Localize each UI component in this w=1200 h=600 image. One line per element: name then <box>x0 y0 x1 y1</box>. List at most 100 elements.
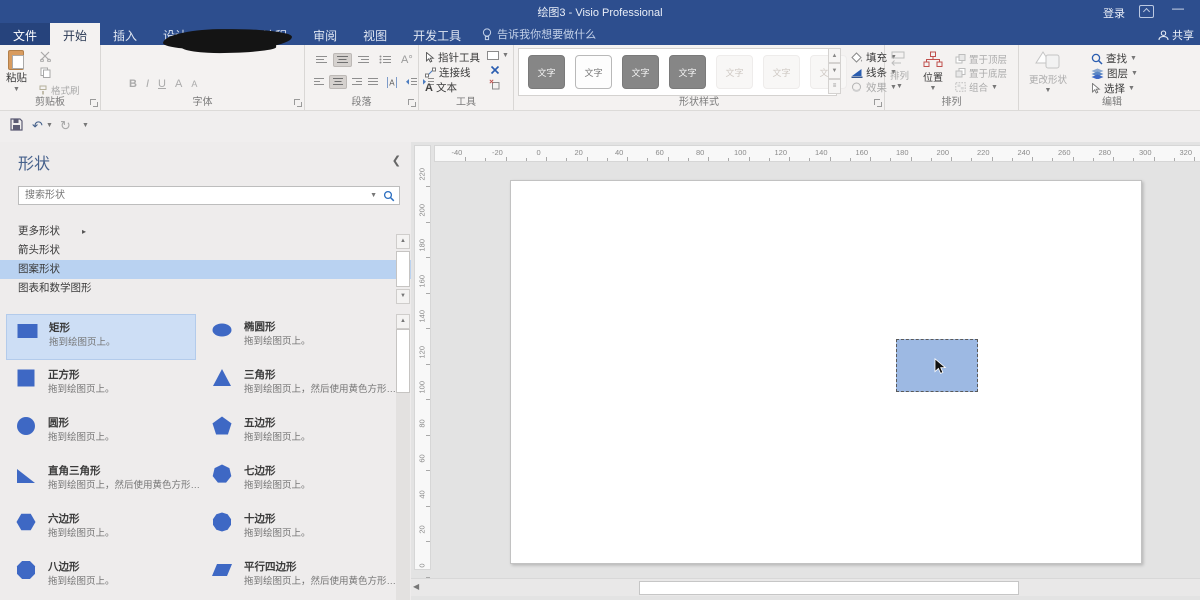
justify-icon[interactable] <box>367 77 379 87</box>
align-bottom-icon[interactable] <box>357 55 370 65</box>
panel-collapse-icon[interactable]: ❮ <box>392 154 401 167</box>
paste-button[interactable]: 粘贴 ▼ <box>6 49 27 93</box>
redo-icon[interactable]: ↻ <box>60 118 71 134</box>
text-direction-icon[interactable]: A <box>386 77 398 88</box>
drawing-page[interactable] <box>510 180 1142 564</box>
font-color-icon[interactable]: A <box>175 78 182 90</box>
paragraph-dialog-launcher[interactable] <box>408 99 416 107</box>
cut-button[interactable] <box>40 51 51 62</box>
search-icon[interactable] <box>383 190 395 202</box>
effects-icon <box>851 82 863 93</box>
shape-item-triangle[interactable]: 三角形拖到绘图页上，然后使用黄色方形… <box>202 362 390 406</box>
horizontal-scroll-thumb[interactable] <box>639 581 1019 595</box>
align-top-icon[interactable] <box>315 55 328 65</box>
shape-item-parallelogram[interactable]: 平行四边形拖到绘图页上，然后使用黄色方形… <box>202 554 390 598</box>
shape-style-swatch-0[interactable]: 文字 <box>528 55 565 89</box>
shape-item-rectangle[interactable]: 矩形拖到绘图页上。 <box>6 314 196 360</box>
shape-style-swatch-2[interactable]: 文字 <box>622 55 659 89</box>
tab-6[interactable]: 视图 <box>350 23 400 45</box>
gallery-scroll-up-icon[interactable]: ▲ <box>828 48 841 63</box>
bring-to-front-button[interactable]: 置于顶层 <box>955 52 1007 66</box>
stencil-category-0[interactable]: 更多形状▸ <box>0 222 411 241</box>
shape-item-right-triangle[interactable]: 直角三角形拖到绘图页上，然后使用黄色方形… <box>6 458 194 502</box>
shape-search-input[interactable] <box>23 188 357 203</box>
send-to-back-button[interactable]: 置于底层 <box>955 66 1007 80</box>
drawing-canvas-area[interactable]: -40-200204060801001201401601802002202402… <box>411 142 1200 600</box>
scroll-left-icon[interactable]: ◀ <box>413 582 419 591</box>
position-button[interactable]: 位置 ▼ <box>923 51 943 92</box>
gallery-scroll-down-icon[interactable]: ▼ <box>828 63 841 78</box>
decrease-indent-icon[interactable] <box>405 77 418 87</box>
category-scroll-thumb[interactable] <box>396 251 410 287</box>
save-icon[interactable] <box>10 118 23 131</box>
tab-7[interactable]: 开发工具 <box>400 23 474 45</box>
tab-5[interactable]: 审阅 <box>300 23 350 45</box>
connector-button[interactable]: 连接线 <box>425 65 471 80</box>
font-format-buttons[interactable]: BIU AA <box>129 78 197 90</box>
rectangle-tool-button[interactable]: ▼ <box>487 51 509 60</box>
align-center-icon[interactable] <box>329 75 347 89</box>
stencil-category-2[interactable]: 图案形状 <box>0 260 411 279</box>
ribbon-display-options-icon[interactable] <box>1139 5 1154 18</box>
shape-list-scroll-thumb[interactable] <box>396 329 410 393</box>
shape-style-swatch-4[interactable]: 文字 <box>716 55 753 89</box>
shape-item-decagon[interactable]: 十边形拖到绘图页上。 <box>202 506 390 550</box>
underline-icon[interactable]: U <box>158 78 166 90</box>
category-scrollbar[interactable]: ▲ ▼ <box>396 234 410 300</box>
pointer-tool-button[interactable]: 指针工具 <box>425 50 480 65</box>
shape-list-scroll-up-icon[interactable]: ▲ <box>396 314 410 329</box>
shape-style-swatch-5[interactable]: 文字 <box>763 55 800 89</box>
tell-me-box[interactable]: 告诉我你想要做什么 <box>482 23 596 45</box>
shape-style-swatch-1[interactable]: 文字 <box>575 55 612 89</box>
italic-icon[interactable]: I <box>146 78 149 90</box>
gallery-scroll[interactable]: ▲ ▼ ≡ <box>828 48 841 94</box>
shape-item-ellipse[interactable]: 椭圆形拖到绘图页上。 <box>202 314 390 358</box>
shape-list-scrollbar[interactable]: ▲ <box>396 314 410 600</box>
tab-file[interactable]: 文件 <box>0 23 50 45</box>
tab-1[interactable]: 插入 <box>100 23 150 45</box>
category-scroll-up-icon[interactable]: ▲ <box>396 234 410 249</box>
align-middle-icon[interactable] <box>333 53 352 67</box>
connection-point-button[interactable] <box>489 79 500 90</box>
shrink-font-icon[interactable]: A <box>191 79 197 89</box>
change-shape-button[interactable]: 更改形状 ▼ <box>1029 49 1067 94</box>
align-left-icon[interactable] <box>313 77 325 87</box>
stencil-category-1[interactable]: 箭头形状 <box>0 241 411 260</box>
qat-customize-icon[interactable]: ▼ <box>82 122 89 129</box>
undo-dropdown[interactable]: ▼ <box>46 122 53 129</box>
shape-style-swatch-3[interactable]: 文字 <box>669 55 706 89</box>
layers-button[interactable]: 图层▼ <box>1091 66 1138 81</box>
stencil-category-3[interactable]: 图表和数学图形 <box>0 279 411 298</box>
multi-select-button[interactable] <box>490 65 500 75</box>
dropped-rectangle-shape[interactable] <box>896 339 978 392</box>
undo-icon[interactable]: ↶ <box>32 118 43 134</box>
minimize-button[interactable]: — <box>1172 1 1184 15</box>
gallery-more-icon[interactable]: ≡ <box>828 79 841 94</box>
shape-item-square[interactable]: 正方形拖到绘图页上。 <box>6 362 194 406</box>
shape-item-hexagon[interactable]: 六边形拖到绘图页上。 <box>6 506 194 550</box>
align-button[interactable]: 排列 ▼ <box>890 51 909 90</box>
bullets-icon[interactable] <box>379 55 392 65</box>
copy-button[interactable] <box>40 67 51 78</box>
font-dialog-launcher[interactable] <box>294 99 302 107</box>
group-button[interactable]: 组合▼ <box>955 80 998 94</box>
paste-dropdown[interactable]: ▼ <box>13 86 20 93</box>
category-scroll-down-icon[interactable]: ▼ <box>396 289 410 304</box>
shape-item-pentagon[interactable]: 五边形拖到绘图页上。 <box>202 410 390 454</box>
shape-styles-dialog-launcher[interactable] <box>874 99 882 107</box>
shape-item-circle[interactable]: 圆形拖到绘图页上。 <box>6 410 194 454</box>
clipboard-dialog-launcher[interactable] <box>90 99 98 107</box>
shape-item-octagon[interactable]: 八边形拖到绘图页上。 <box>6 554 194 598</box>
search-dropdown-icon[interactable]: ▼ <box>370 192 377 199</box>
shape-search-box[interactable]: ▼ <box>18 186 400 205</box>
sign-in-button[interactable]: 登录 <box>1103 5 1125 21</box>
find-button[interactable]: 查找▼ <box>1091 51 1137 66</box>
horizontal-scrollbar[interactable]: ◀ <box>411 578 1200 596</box>
bold-icon[interactable]: B <box>129 78 137 90</box>
shape-item-heptagon[interactable]: 七边形拖到绘图页上。 <box>202 458 390 502</box>
share-button[interactable]: 共享 <box>1158 27 1194 43</box>
character-spacing-icon[interactable]: A° <box>401 54 413 66</box>
paragraph-row-2: A <box>313 75 435 89</box>
align-right-icon[interactable] <box>351 77 363 87</box>
tab-0[interactable]: 开始 <box>50 23 100 45</box>
